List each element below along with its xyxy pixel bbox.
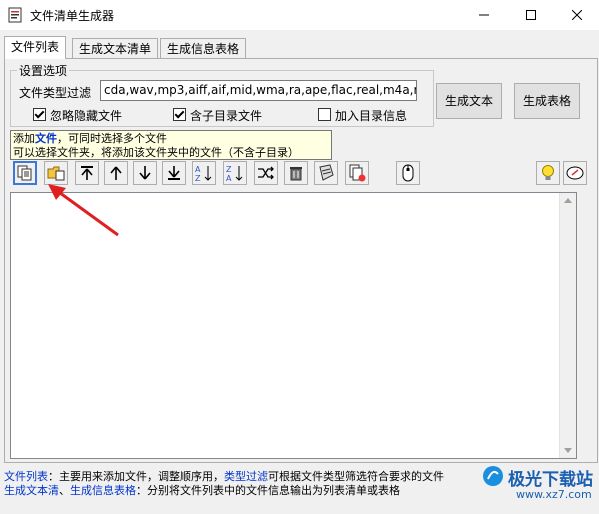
tip-bulb-icon	[542, 165, 554, 180]
mouse-icon	[402, 164, 414, 182]
remove-missing-icon	[349, 164, 366, 182]
delete-button[interactable]	[284, 161, 308, 185]
move-down-button[interactable]	[133, 161, 157, 185]
svg-text:Z: Z	[226, 165, 232, 174]
tip-bulb-button[interactable]	[536, 161, 560, 185]
hint-keyword-gen-text: 生成文本清	[4, 484, 59, 497]
tab-file-list[interactable]: 文件列表	[4, 36, 67, 59]
app-icon	[8, 7, 22, 23]
sort-az-icon: AZ	[195, 165, 212, 182]
tooltip-line2: 可以选择文件夹，将添加该文件夹中的文件（不含子目录）	[13, 146, 299, 159]
remove-missing-button[interactable]	[345, 161, 369, 185]
window-title: 文件清单生成器	[30, 9, 115, 23]
filter-label: 文件类型过滤	[19, 86, 92, 100]
tooltip: 添加文件，可同时选择多个文件 可以选择文件夹，将添加该文件夹中的文件（不含子目录…	[10, 130, 332, 160]
add-dir-info-label: 加入目录信息	[335, 109, 408, 123]
add-dir-info-checkbox[interactable]	[318, 108, 331, 121]
tab-gen-text[interactable]: 生成文本清单	[72, 38, 159, 59]
move-bottom-icon	[168, 166, 180, 180]
ignore-hidden-label: 忽略隐藏文件	[50, 109, 123, 123]
title-bar: 文件清单生成器	[0, 0, 599, 30]
watermark-logo-icon	[483, 466, 503, 486]
app-window: 文件清单生成器 文件列表 生成文本清单 生成信息表格 设置选项 文件类型过滤 c…	[0, 0, 599, 514]
tooltip-text-a: 添加	[13, 132, 35, 145]
clear-icon	[319, 164, 334, 181]
about-icon	[566, 166, 584, 180]
tooltip-text-c: ，可同时选择多个文件	[57, 132, 167, 145]
sort-az-button[interactable]: AZ	[192, 161, 216, 185]
filter-input[interactable]: cda,wav,mp3,aiff,aif,mid,wma,ra,ape,flac…	[100, 80, 417, 101]
add-files-icon	[17, 165, 32, 181]
close-icon	[572, 10, 582, 20]
maximize-icon	[526, 10, 536, 20]
settings-group-title: 设置选项	[17, 62, 70, 79]
gen-text-button[interactable]: 生成文本	[436, 83, 502, 119]
move-bottom-button[interactable]	[162, 161, 186, 185]
file-list-scrollbar[interactable]	[559, 193, 576, 458]
hint-keyword-gen-table: 生成信息表格	[70, 484, 136, 497]
include-subdir-checkbox[interactable]	[173, 108, 186, 121]
include-subdir-label: 含子目录文件	[190, 109, 263, 123]
delete-icon	[290, 167, 302, 181]
shuffle-button[interactable]	[254, 161, 278, 185]
about-button[interactable]	[563, 161, 587, 185]
hint-text-3: ：分别将文件列表中的文件信息输出为列表清单或表格	[136, 484, 400, 497]
add-folder-icon	[47, 166, 65, 181]
hint-sep: 、	[59, 484, 70, 497]
shuffle-icon	[258, 166, 274, 180]
scroll-down-icon	[564, 448, 572, 453]
maximize-button[interactable]	[508, 0, 554, 30]
minimize-icon	[479, 14, 489, 16]
move-down-icon	[139, 166, 151, 180]
svg-text:A: A	[226, 174, 232, 182]
sort-za-button[interactable]: ZA	[223, 161, 247, 185]
annotation-arrow-icon	[48, 184, 119, 237]
clear-list-button[interactable]	[314, 161, 338, 185]
svg-text:Z: Z	[195, 174, 201, 182]
add-files-button[interactable]	[13, 161, 37, 185]
hint-line-2: 生成文本清、生成信息表格：分别将文件列表中的文件信息输出为列表清单或表格	[4, 482, 400, 498]
close-button[interactable]	[554, 0, 599, 30]
scroll-up-icon	[564, 198, 572, 203]
mouse-button[interactable]	[396, 161, 420, 185]
svg-text:A: A	[195, 165, 201, 174]
ignore-hidden-checkbox[interactable]	[33, 108, 46, 121]
tab-gen-table[interactable]: 生成信息表格	[160, 38, 247, 59]
watermark-text: 极光下载站	[508, 470, 593, 490]
minimize-button[interactable]	[461, 0, 507, 30]
watermark-url: www.xz7.com	[516, 488, 592, 501]
move-up-icon	[110, 166, 122, 180]
move-top-icon	[81, 166, 93, 180]
sort-za-icon: ZA	[226, 165, 243, 182]
tooltip-keyword: 文件	[35, 132, 57, 145]
gen-table-button[interactable]: 生成表格	[514, 83, 580, 119]
